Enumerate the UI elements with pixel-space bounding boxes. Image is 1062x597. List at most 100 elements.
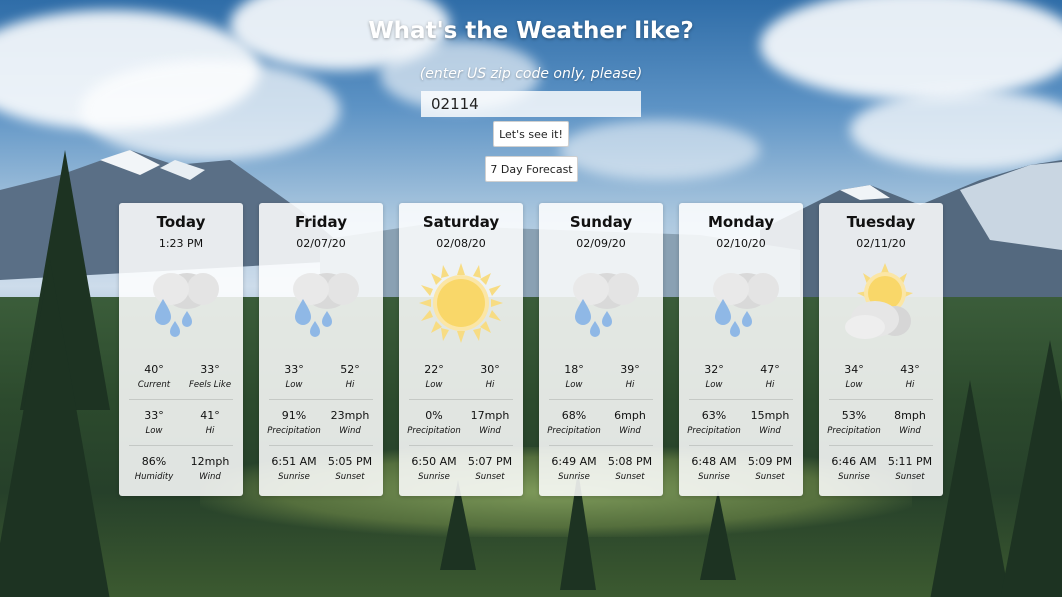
partly-cloudy-icon [845,263,913,339]
card-label: Hi [485,380,495,390]
card-row: 0% Precipitation 17mph Wind [399,409,523,447]
card-row: 6:50 AM Sunrise 5:07 PM Sunset [399,455,523,493]
divider [409,399,513,400]
rain-cloud-icon [293,273,359,337]
card-label: Feels Like [188,380,232,390]
zip-hint: (enter US zip code only, please) [419,66,643,82]
card-label: Low [845,380,863,390]
card-label: Current [137,380,171,390]
divider [549,399,653,400]
card-value: 5:09 PM [747,455,793,468]
card-value: 68% [561,409,587,422]
card-date: 02/11/20 [856,237,906,250]
card-day: Sunday [569,213,633,231]
forecast-card-sunday: Sunday 02/09/20 18° Low 39° Hi 68% Precipit… [539,203,663,496]
card-row: 33° Low 52° Hi [259,363,383,401]
card-row: 33° Low 41° Hi [119,409,243,447]
forecast-card-saturday: Saturday 02/08/20 22° Low 30° Hi 0% Prec… [399,203,523,496]
card-value: 47° [760,363,780,376]
card-row: 53% Precipitation 8mph Wind [819,409,943,447]
divider [689,445,793,446]
card-date: 02/10/20 [716,237,766,250]
card-label: Wind [479,426,501,436]
card-value: 43° [900,363,920,376]
rain-cloud-icon [573,273,639,337]
card-label: Low [285,380,303,390]
rain-cloud-icon [153,273,219,337]
card-row: 34° Low 43° Hi [819,363,943,401]
card-day: Saturday [422,213,500,231]
card-label: Precipitation [687,426,741,436]
card-label: Sunset [335,472,365,482]
card-label: Sunrise [838,472,870,482]
seven-day-forecast-button[interactable]: 7 Day Forecast [485,156,578,182]
card-date: 02/07/20 [296,237,346,250]
card-label: Wind [619,426,641,436]
card-value: 52° [340,363,360,376]
card-value: 39° [620,363,640,376]
card-value: 40° [144,363,164,376]
divider [409,445,513,446]
lets-see-it-button[interactable]: Let's see it! [493,121,569,147]
card-label: Sunset [755,472,785,482]
divider [269,399,373,400]
card-row: 6:48 AM Sunrise 5:09 PM Sunset [679,455,803,493]
rain-cloud-icon [713,273,779,337]
card-value: 34° [844,363,864,376]
card-value: 18° [564,363,584,376]
card-label: Wind [899,426,921,436]
card-label: Precipitation [407,426,461,436]
tree [700,490,736,580]
divider [549,445,653,446]
card-label: Hi [625,380,635,390]
card-value: 6:46 AM [831,455,877,468]
card-day: Tuesday [846,213,916,231]
card-value: 41° [200,409,220,422]
divider [269,445,373,446]
card-value: 5:08 PM [607,455,653,468]
card-label: Precipitation [827,426,881,436]
card-value: 32° [704,363,724,376]
divider [129,399,233,400]
card-label: Sunrise [418,472,450,482]
card-label: Sunrise [698,472,730,482]
card-value: 33° [200,363,220,376]
card-label: Low [705,380,723,390]
card-label: Hi [905,380,915,390]
card-value: 0% [425,409,443,422]
page-title: What's the Weather like? [368,18,694,44]
card-date: 02/09/20 [576,237,626,250]
card-row: 22° Low 30° Hi [399,363,523,401]
card-value: 33° [144,409,164,422]
card-row: 40° Current 33° Feels Like [119,363,243,401]
card-value: 12mph [190,455,230,468]
card-value: 22° [424,363,444,376]
card-label: Sunrise [558,472,590,482]
card-value: 5:07 PM [467,455,513,468]
card-value: 23mph [330,409,370,422]
divider [129,445,233,446]
card-value: 17mph [470,409,510,422]
card-label: Hi [345,380,355,390]
card-label: Precipitation [547,426,601,436]
divider [829,445,933,446]
sun-icon [419,263,503,343]
card-value: 63% [701,409,727,422]
card-day: Monday [707,213,775,231]
card-value: 33° [284,363,304,376]
card-label: Humidity [134,472,174,482]
divider [689,399,793,400]
card-row: 6:49 AM Sunrise 5:08 PM Sunset [539,455,663,493]
card-row: 32° Low 47° Hi [679,363,803,401]
zip-input[interactable] [421,91,641,117]
card-label: Low [565,380,583,390]
card-day: Friday [294,213,347,231]
card-row: 63% Precipitation 15mph Wind [679,409,803,447]
card-label: Hi [205,426,215,436]
card-label: Hi [765,380,775,390]
forecast-card-monday: Monday 02/10/20 32° Low 47° Hi 63% Precipit… [679,203,803,496]
card-label: Sunset [475,472,505,482]
card-label: Sunset [895,472,925,482]
card-time: 1:23 PM [158,237,204,250]
forecast-card-friday: Friday 02/07/20 33° Low 52° Hi 91% Precipit… [259,203,383,496]
